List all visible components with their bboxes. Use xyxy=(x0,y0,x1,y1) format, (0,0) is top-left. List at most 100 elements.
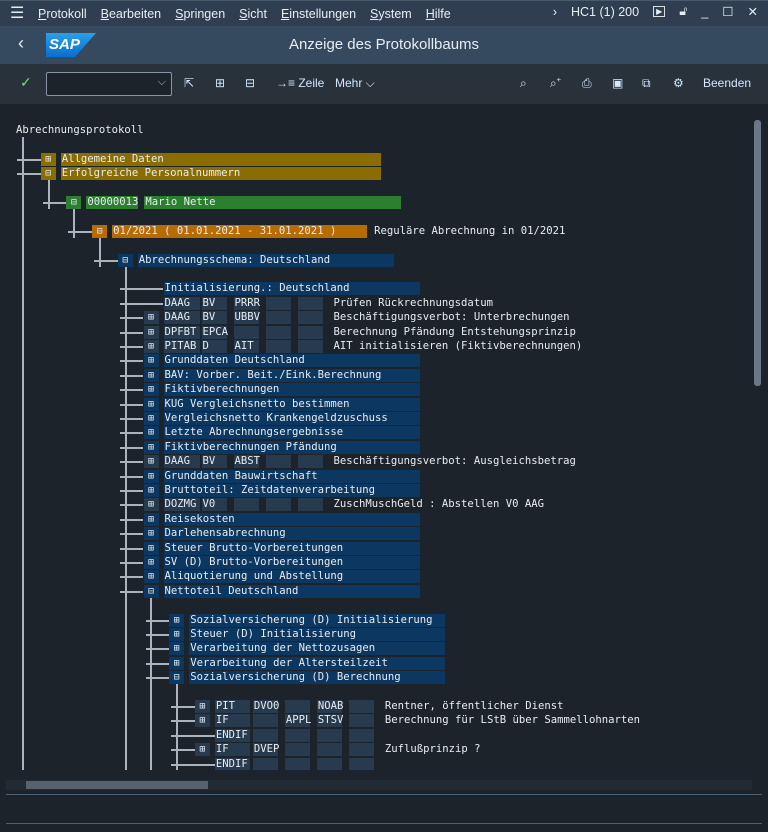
expand-folder-icon[interactable]: ⊞ xyxy=(143,570,159,584)
close-icon[interactable]: ✕ xyxy=(748,4,758,19)
expand-folder-icon[interactable]: ⊞ xyxy=(143,440,159,454)
tree-node-label[interactable]: Steuer (D) Initialisierung xyxy=(189,628,446,641)
menu-springen[interactable]: Springen xyxy=(175,7,225,21)
expand-folder-icon[interactable]: ⊞ xyxy=(143,325,159,339)
field-cell: ENDIF xyxy=(214,757,250,770)
field-cell xyxy=(297,296,323,310)
expand-folder-icon[interactable]: ⊞ xyxy=(143,340,159,353)
tree-node-label[interactable]: Darlehensabrechnung xyxy=(163,527,420,541)
checkmark-icon[interactable]: ✓ xyxy=(20,74,32,91)
expand-folder-icon[interactable]: ⊞ xyxy=(143,556,159,569)
expand-folder-icon[interactable]: ⊞ xyxy=(143,512,159,526)
expand-folder-icon[interactable]: ⊞ xyxy=(194,714,210,728)
collapse-folder-icon[interactable]: ⊟ xyxy=(92,224,108,238)
row-description: Rentner, öffentlicher Dienst xyxy=(384,700,564,712)
expand-folder-icon[interactable]: ⊞ xyxy=(143,397,159,411)
tree-node-label[interactable]: Grunddaten Deutschland xyxy=(163,354,420,368)
select-cursor-icon[interactable]: ⇱ xyxy=(184,76,194,90)
expand-folder-icon[interactable]: ⊞ xyxy=(169,613,185,627)
maximize-icon[interactable]: ☐ xyxy=(722,4,733,19)
expand-folder-icon[interactable]: ⊞ xyxy=(143,311,159,325)
tree-node-label[interactable]: Sozialversicherung (D) Initialisierung xyxy=(189,613,446,627)
expand-folder-icon[interactable]: ⊞ xyxy=(40,152,56,166)
search-next-icon[interactable]: ⌕⁺ xyxy=(550,76,561,91)
expand-node-icon[interactable]: ⊞ xyxy=(215,76,225,90)
field-cell xyxy=(265,296,291,310)
tree-node-label[interactable]: 01/2021 ( 01.01.2021 - 31.01.2021 ) xyxy=(112,224,368,238)
expand-folder-icon[interactable]: ⊞ xyxy=(194,743,210,757)
settings-icon[interactable]: ⚙ xyxy=(673,76,684,90)
minimize-icon[interactable]: _ xyxy=(701,5,708,19)
expand-folder-icon[interactable]: ⊞ xyxy=(143,498,159,512)
horizontal-scrollbar[interactable] xyxy=(6,780,752,790)
expand-folder-icon[interactable]: ⊞ xyxy=(143,541,159,555)
vertical-scroll-thumb[interactable] xyxy=(754,120,761,386)
menu-sicht[interactable]: Sicht xyxy=(239,7,267,21)
tree-node-label[interactable]: Reisekosten xyxy=(163,512,420,526)
collapse-folder-icon[interactable]: ⊟ xyxy=(143,584,159,598)
expand-folder-icon[interactable]: ⊞ xyxy=(143,484,159,497)
expand-chevron-icon[interactable]: › xyxy=(553,5,557,19)
tree-node-label[interactable]: Erfolgreiche Personalnummern xyxy=(60,167,381,181)
tree-node-label[interactable]: Letzte Abrechnungsergebnisse xyxy=(163,426,420,440)
collapse-folder-icon[interactable]: ⊟ xyxy=(40,167,56,181)
horizontal-scroll-thumb[interactable] xyxy=(26,781,208,789)
menu-hilfe[interactable]: Hilfe xyxy=(426,7,451,21)
zeile-button[interactable]: →≡ Zeile xyxy=(276,76,324,90)
expand-folder-icon[interactable]: ⊞ xyxy=(143,455,159,469)
tree-node-label[interactable]: Allgemeine Daten xyxy=(60,152,381,166)
beenden-button[interactable]: Beenden xyxy=(703,76,751,90)
window-refresh-icon[interactable]: ⧉ xyxy=(642,76,651,91)
menu-protokoll[interactable]: Protokoll xyxy=(38,7,87,21)
hamburger-menu-icon[interactable]: ☰ xyxy=(10,5,24,21)
print-icon[interactable]: ⎙ xyxy=(582,76,592,91)
tree-node-label[interactable]: Steuer Brutto-Vorbereitungen xyxy=(163,541,420,555)
vertical-scrollbar[interactable] xyxy=(752,110,762,770)
tree-node-label[interactable]: Fiktivberechnungen xyxy=(163,383,420,397)
tree-node-label[interactable]: Vergleichsnetto Krankengeldzuschuss xyxy=(163,412,420,425)
menu-system[interactable]: System xyxy=(370,7,412,21)
collapse-folder-icon[interactable]: ⊟ xyxy=(169,671,185,685)
tree-node-label[interactable]: Bruttoteil: Zeitdatenverarbeitung xyxy=(163,484,420,497)
tree-node-label[interactable]: Abrechnungsschema: Deutschland xyxy=(137,253,394,267)
command-field[interactable]: ⌵ xyxy=(46,72,172,96)
expand-folder-icon[interactable]: ⊞ xyxy=(194,700,210,713)
chevron-down-icon[interactable]: ⌵ xyxy=(158,76,166,89)
expand-folder-icon[interactable]: ⊞ xyxy=(143,383,159,397)
expand-folder-icon[interactable]: ⊞ xyxy=(143,368,159,382)
menu-einstellungen[interactable]: Einstellungen xyxy=(281,7,356,21)
field-cell: DAAG xyxy=(163,455,200,469)
menu-bearbeiten[interactable]: Bearbeiten xyxy=(101,7,161,21)
tree-node-label[interactable]: Verarbeitung der Altersteilzeit xyxy=(189,656,446,670)
expand-folder-icon[interactable]: ⊞ xyxy=(143,469,159,483)
expand-folder-icon[interactable]: ⊞ xyxy=(143,412,159,425)
search-icon[interactable]: ⌕ xyxy=(520,76,527,91)
personnel-number[interactable]: 00000013 xyxy=(86,196,138,209)
collapse-folder-icon[interactable]: ⊟ xyxy=(117,253,133,267)
expand-folder-icon[interactable]: ⊞ xyxy=(143,354,159,368)
employee-name[interactable]: Mario Nette xyxy=(144,196,402,209)
tree-node-label[interactable]: Sozialversicherung (D) Berechnung xyxy=(189,671,446,685)
tree-node-label[interactable]: BAV: Vorber. Beit./Eink.Berechnung xyxy=(163,368,420,382)
expand-folder-icon[interactable]: ⊞ xyxy=(143,426,159,440)
expand-folder-icon[interactable]: ⊞ xyxy=(169,642,185,656)
play-icon[interactable]: ▶ xyxy=(653,6,666,17)
tree-node-label[interactable]: SV (D) Brutto-Vorbereitungen xyxy=(163,556,420,569)
tree-node-label[interactable]: Aliquotierung und Abstellung xyxy=(163,570,420,584)
tree-node-label[interactable]: KUG Vergleichsnetto bestimmen xyxy=(163,397,420,411)
expand-folder-icon[interactable]: ⊞ xyxy=(169,656,185,670)
mehr-button[interactable]: Mehr ⌵ xyxy=(335,76,375,91)
unlock-icon[interactable]: 🔓︎ xyxy=(679,4,687,19)
expand-folder-icon[interactable]: ⊞ xyxy=(169,628,185,641)
tree-node-label[interactable]: Initialisierung.: Deutschland xyxy=(163,282,420,296)
expand-folder-icon[interactable]: ⊞ xyxy=(143,527,159,541)
field-cell: V0 xyxy=(201,498,227,512)
tree-node-label[interactable]: Verarbeitung der Nettozusagen xyxy=(189,642,446,656)
tree-connector xyxy=(119,576,144,579)
tree-node-label[interactable]: Fiktivberechnungen Pfändung xyxy=(163,440,420,454)
window-icon[interactable]: ▣ xyxy=(612,76,623,90)
collapse-node-icon[interactable]: ⊟ xyxy=(245,76,255,90)
collapse-folder-icon[interactable]: ⊟ xyxy=(66,196,82,209)
tree-node-label[interactable]: Nettoteil Deutschland xyxy=(163,584,420,598)
tree-node-label[interactable]: Grunddaten Bauwirtschaft xyxy=(163,469,420,483)
